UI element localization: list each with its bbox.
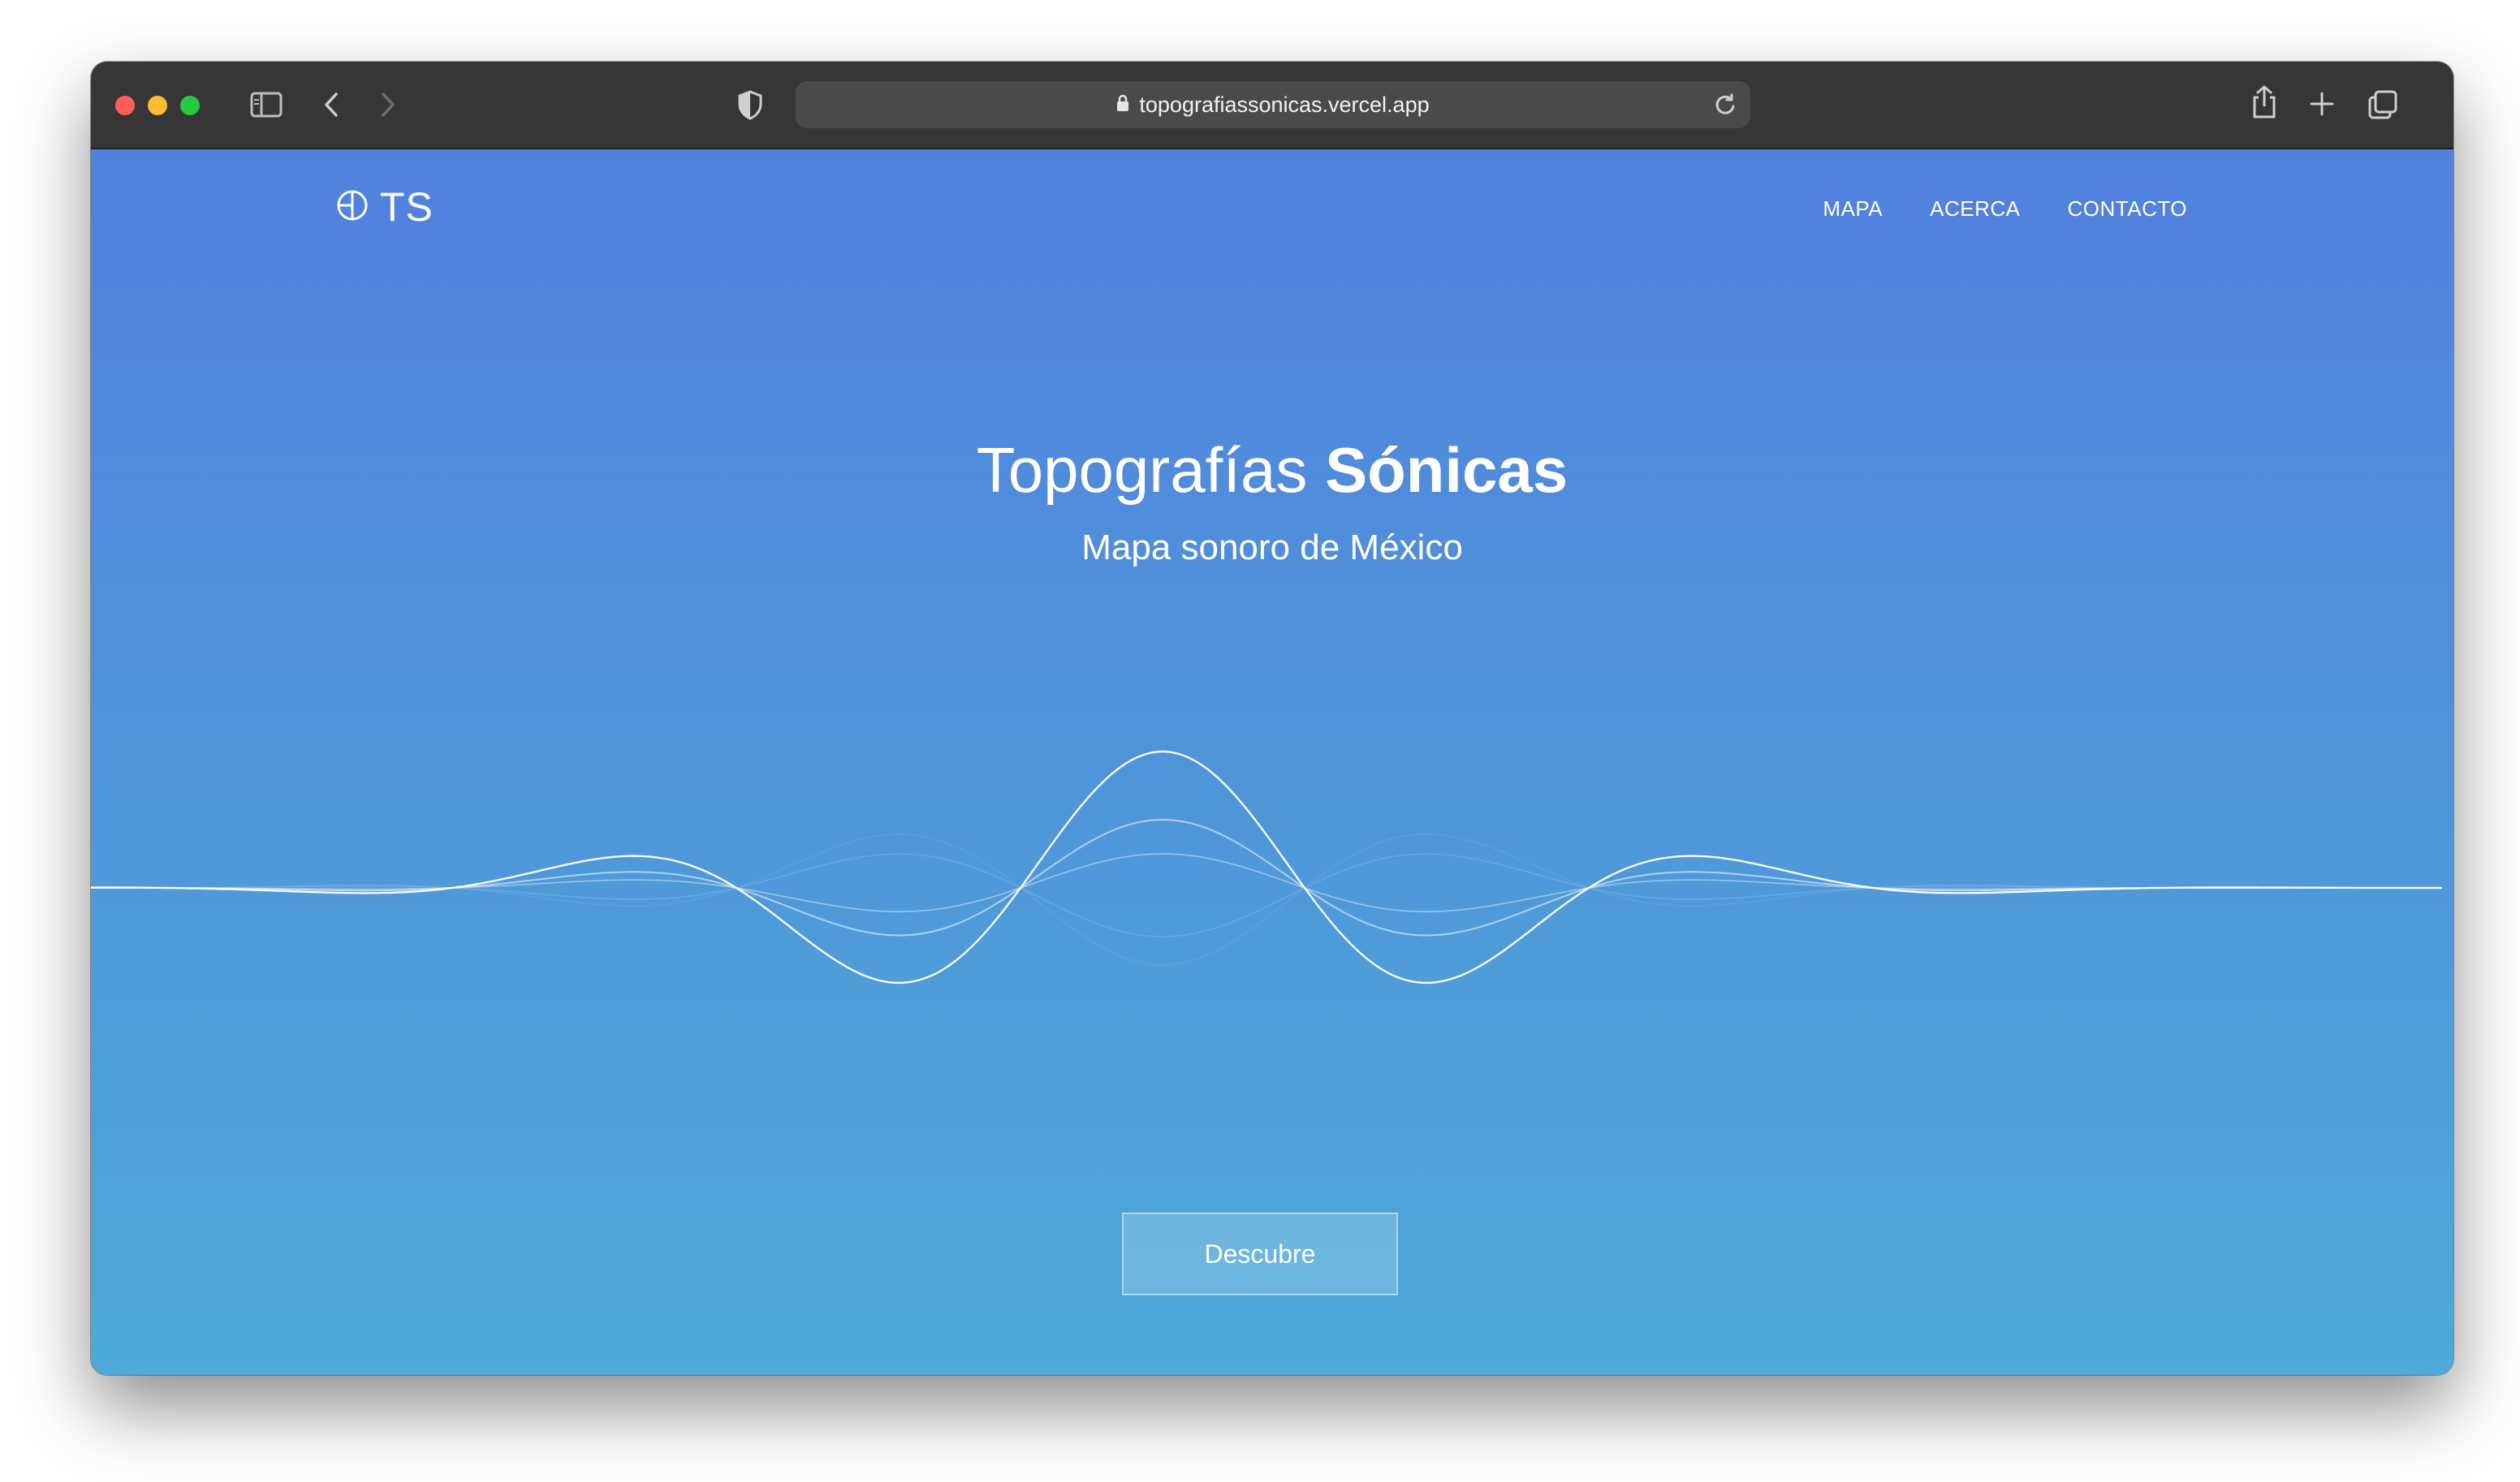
page-content: TS MAPA ACERCA CONTACTO Topografías Sóni… — [91, 149, 2453, 1375]
new-tab-icon[interactable] — [2309, 91, 2335, 117]
close-window-button[interactable] — [115, 96, 135, 115]
hero-title-light: Topografías — [976, 434, 1308, 506]
nav-link-mapa[interactable]: MAPA — [1823, 196, 1883, 222]
sound-wave-line — [91, 750, 2442, 984]
zoom-window-button[interactable] — [180, 96, 200, 115]
nav-link-acerca[interactable]: ACERCA — [1930, 196, 2020, 222]
shield-icon[interactable] — [737, 89, 763, 120]
brand-name: TS — [380, 184, 434, 230]
reload-icon[interactable] — [1713, 93, 1737, 117]
tabs-overview-icon[interactable] — [2367, 89, 2398, 120]
site-logo[interactable]: TS — [336, 183, 434, 230]
sound-wave-line — [91, 853, 2442, 937]
url-text: topografiassonicas.vercel.app — [1139, 93, 1430, 117]
globe-icon — [336, 189, 369, 226]
browser-toolbar: topografiassonicas.vercel.app — [91, 62, 2453, 149]
nav-link-contacto[interactable]: CONTACTO — [2068, 196, 2187, 222]
sidebar-icon[interactable] — [250, 91, 283, 118]
discover-button[interactable]: Descubre — [1122, 1213, 1398, 1295]
back-icon[interactable] — [321, 91, 341, 118]
address-bar[interactable]: topografiassonicas.vercel.app — [796, 81, 1750, 128]
hero-title-bold: Sónicas — [1325, 434, 1569, 506]
lock-icon — [1116, 81, 1129, 128]
share-icon[interactable] — [2250, 84, 2278, 120]
sound-wave-graphic — [91, 750, 2442, 984]
minimize-window-button[interactable] — [148, 96, 167, 115]
sound-wave-line — [91, 834, 2442, 966]
hero-subtitle: Mapa sonoro de México — [1081, 528, 1463, 567]
hero-title: Topografías Sónicas — [91, 433, 2453, 507]
sound-wave-line — [91, 853, 2442, 913]
main-nav: MAPA ACERCA CONTACTO — [1823, 196, 2187, 222]
browser-window: topografiassonicas.vercel.app TS MAPA AC… — [91, 62, 2453, 1375]
forward-icon[interactable] — [378, 91, 398, 118]
